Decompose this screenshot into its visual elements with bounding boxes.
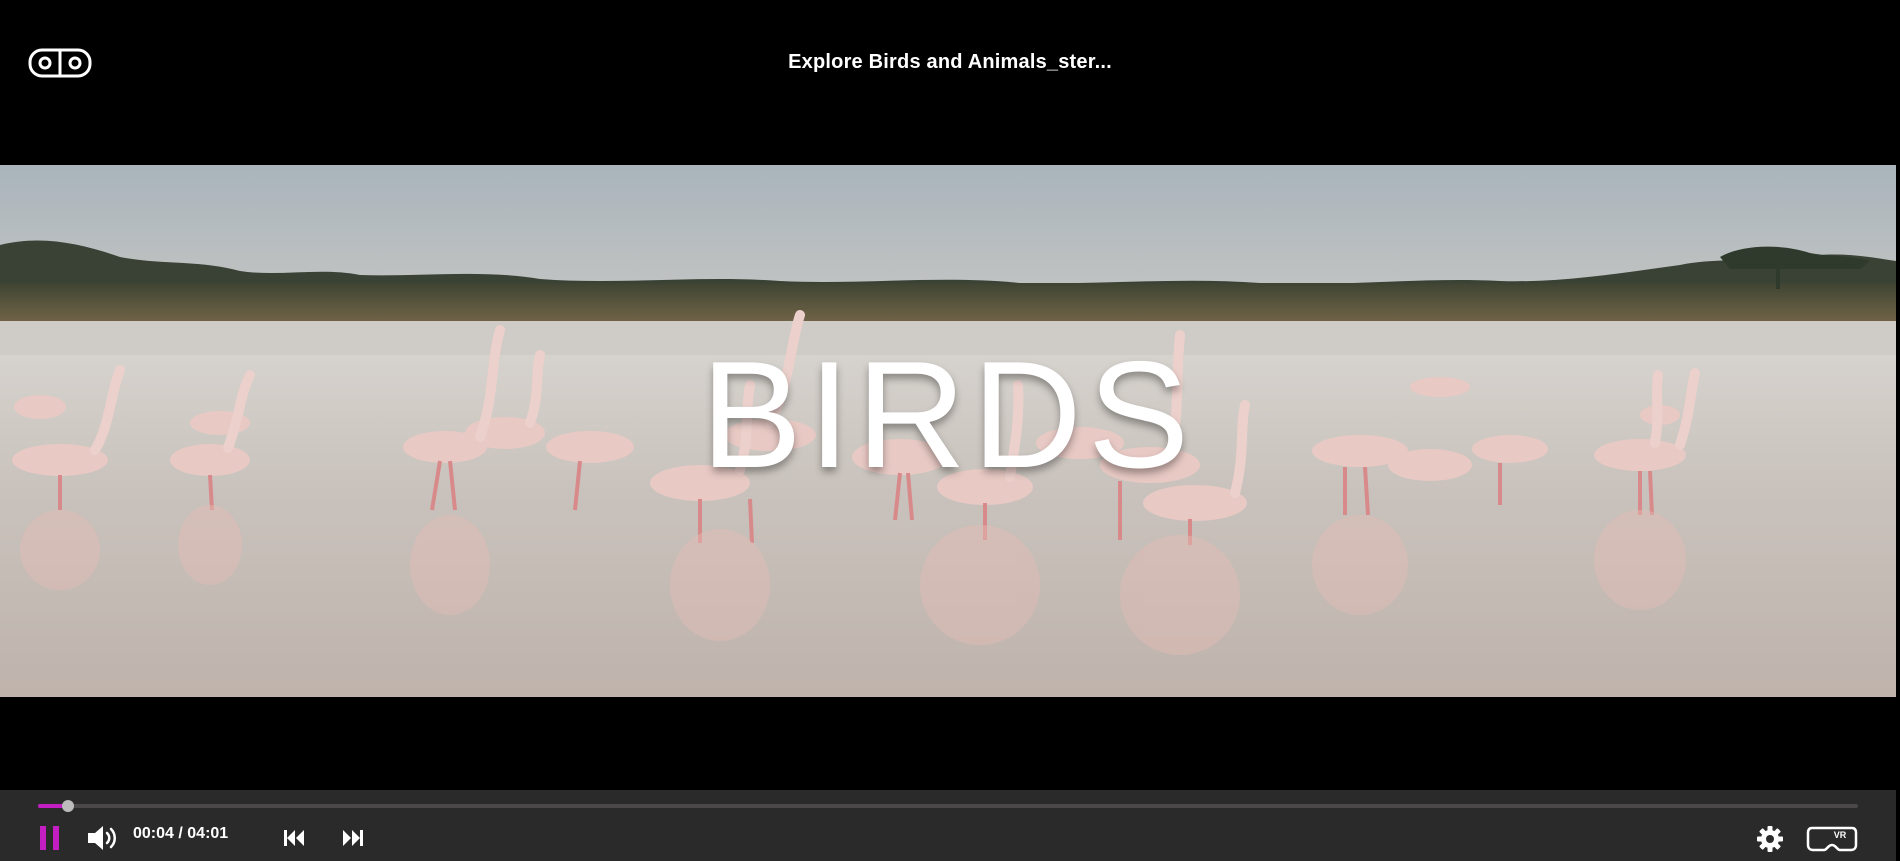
- skip-next-icon[interactable]: [341, 826, 365, 850]
- video-title: Explore Birds and Animals_ster...: [788, 51, 1112, 73]
- skip-previous-icon[interactable]: [282, 826, 306, 850]
- top-bar: Explore Birds and Animals_ster...: [0, 0, 1900, 126]
- time-display: 00:04 / 04:01: [133, 825, 228, 843]
- video-player: Explore Birds and Animals_ster... BIRDS …: [0, 0, 1900, 861]
- control-bar: 00:04 / 04:01 VR: [0, 790, 1896, 861]
- duration: 04:01: [187, 825, 229, 842]
- vr-badge: VR: [1834, 830, 1847, 840]
- progress-bar[interactable]: [38, 800, 1858, 812]
- volume-icon[interactable]: [86, 823, 120, 853]
- video-frame[interactable]: BIRDS: [0, 165, 1896, 697]
- gear-icon[interactable]: [1756, 825, 1784, 853]
- time-separator: /: [178, 825, 183, 842]
- current-time: 00:04: [133, 825, 174, 842]
- video-overlay-title: BIRDS: [700, 330, 1196, 500]
- vr-headset-icon[interactable]: VR: [1806, 823, 1858, 855]
- pause-icon[interactable]: [38, 824, 62, 852]
- progress-handle[interactable]: [62, 800, 75, 812]
